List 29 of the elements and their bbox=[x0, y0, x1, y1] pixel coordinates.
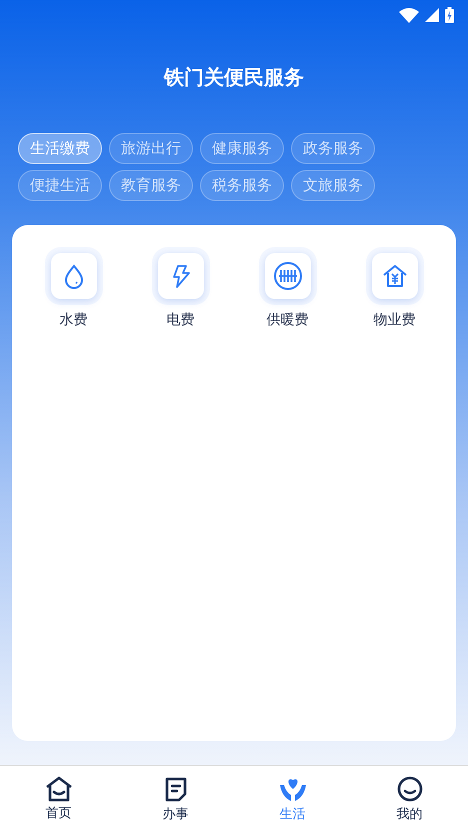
category-tab[interactable]: 教育服务 bbox=[109, 170, 193, 201]
home-icon bbox=[44, 776, 74, 802]
house-yuan-icon bbox=[380, 262, 408, 290]
nav-tab[interactable]: 首页 bbox=[0, 766, 117, 832]
category-tab[interactable]: 税务服务 bbox=[200, 170, 284, 201]
smiley-icon bbox=[396, 775, 424, 803]
page-title: 铁门关便民服务 bbox=[162, 64, 305, 91]
category-tab[interactable]: 生活缴费 bbox=[18, 133, 102, 164]
signal-icon bbox=[425, 8, 439, 22]
nav-tab[interactable]: 办事 bbox=[117, 766, 234, 832]
radiator-icon bbox=[272, 261, 302, 291]
nav-tab[interactable]: 我的 bbox=[351, 766, 468, 832]
service-label: 电费 bbox=[166, 311, 194, 329]
category-tab[interactable]: 旅游出行 bbox=[109, 133, 193, 164]
service-button[interactable] bbox=[50, 253, 96, 299]
note-icon bbox=[162, 775, 188, 803]
service-label: 供暖费 bbox=[266, 311, 308, 329]
category-tab[interactable]: 文旅服务 bbox=[291, 170, 375, 201]
battery-icon bbox=[445, 7, 454, 23]
category-tab[interactable]: 政务服务 bbox=[291, 133, 375, 164]
service-button[interactable] bbox=[264, 253, 310, 299]
service-button[interactable] bbox=[372, 253, 418, 299]
nav-tab[interactable]: 生活 bbox=[234, 766, 351, 832]
service-label: 水费 bbox=[60, 311, 88, 329]
category-tab[interactable]: 便捷生活 bbox=[18, 170, 102, 201]
wifi-icon bbox=[399, 7, 419, 23]
service-label: 物业费 bbox=[374, 311, 416, 329]
category-tab[interactable]: 健康服务 bbox=[200, 133, 284, 164]
service-button[interactable] bbox=[158, 253, 204, 299]
